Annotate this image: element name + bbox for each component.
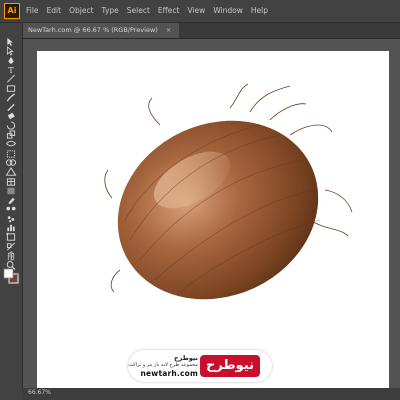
menu-edit[interactable]: Edit (47, 0, 62, 22)
watermark-title: نیوطرح (173, 354, 198, 362)
document-tab[interactable]: NewTarh.com @ 66.67 % (RGB/Preview) × (22, 23, 180, 38)
menu-object[interactable]: Object (69, 0, 93, 22)
menu-file[interactable]: File (26, 0, 39, 22)
menu: File Edit Object Type Select Effect View… (26, 0, 268, 22)
tools-panel: T (0, 23, 23, 400)
document-tab-title: NewTarh.com @ 66.67 % (RGB/Preview) (28, 26, 158, 34)
document-tab-bar: NewTarh.com @ 66.67 % (RGB/Preview) × (22, 23, 400, 39)
menu-select[interactable]: Select (127, 0, 150, 22)
watermark-badge: نیوطرح نیوطرح مجموعه طرح لایه باز بنر و … (128, 350, 272, 382)
status-bar: 66.67% (22, 388, 400, 400)
menu-effect[interactable]: Effect (158, 0, 180, 22)
watermark-url: newtarh.com (140, 369, 198, 378)
zoom-level[interactable]: 66.67% (28, 389, 51, 396)
menu-view[interactable]: View (188, 0, 206, 22)
menu-help[interactable]: Help (251, 0, 268, 22)
coconut-illustration[interactable] (100, 80, 360, 320)
menu-window[interactable]: Window (213, 0, 243, 22)
close-icon[interactable]: × (166, 23, 171, 38)
app-logo[interactable]: Ai (4, 3, 20, 19)
watermark-subtitle: مجموعه طرح لایه باز بنر و تراکت (128, 362, 198, 368)
menu-bar: Ai File Edit Object Type Select Effect V… (0, 0, 400, 23)
menu-type[interactable]: Type (102, 0, 119, 22)
watermark-logo: نیوطرح (200, 355, 260, 377)
fill-stroke-control[interactable] (3, 268, 19, 284)
